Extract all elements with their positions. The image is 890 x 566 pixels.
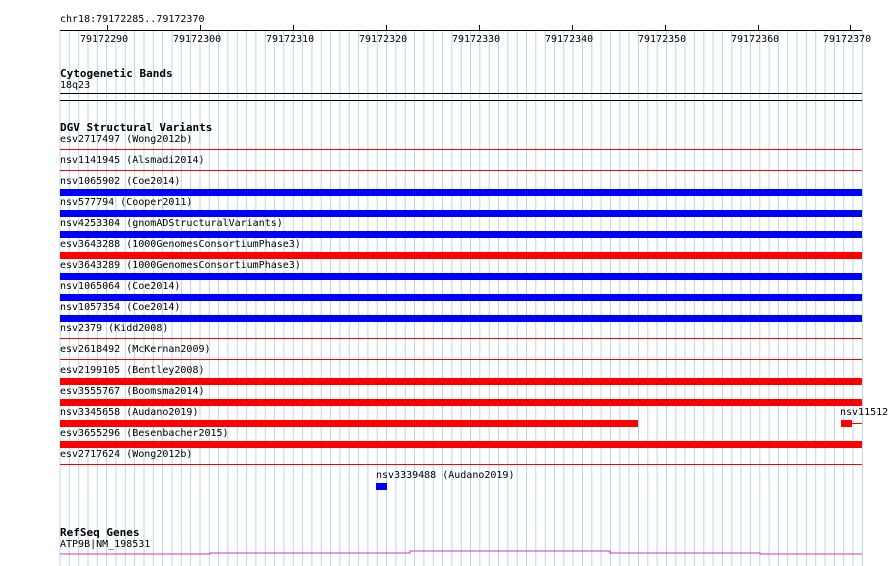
variant-label[interactable]: esv2717497 (Wong2012b) xyxy=(60,134,192,146)
ruler-tick-label: 79172350 xyxy=(638,34,687,45)
variant-bar[interactable] xyxy=(60,170,862,171)
variant-label[interactable]: nsv1141945 (Alsmadi2014) xyxy=(60,155,205,167)
variant-bar[interactable] xyxy=(60,149,862,150)
variant-label[interactable]: nsv1065902 (Coe2014) xyxy=(60,176,180,188)
variant-label[interactable]: esv3643289 (1000GenomesConsortiumPhase3) xyxy=(60,260,301,272)
variant-label[interactable]: esv3643288 (1000GenomesConsortiumPhase3) xyxy=(60,239,301,251)
variant-bar[interactable] xyxy=(60,273,862,280)
ruler-tick-label: 79172290 xyxy=(80,34,129,45)
variant-bar[interactable] xyxy=(60,420,638,427)
cytoband-bar[interactable] xyxy=(60,93,862,94)
variant-bar[interactable] xyxy=(60,315,862,322)
variant-label[interactable]: nsv1057354 (Coe2014) xyxy=(60,302,180,314)
variant-label[interactable]: nsv577794 (Cooper2011) xyxy=(60,197,192,209)
ruler-tick xyxy=(572,25,573,30)
variant-label[interactable]: esv3555767 (Boomsma2014) xyxy=(60,386,205,398)
variant-bar[interactable] xyxy=(60,359,862,360)
ruler-tick-label: 79172360 xyxy=(731,34,780,45)
ruler-tick-label: 79172370 xyxy=(823,34,872,45)
variant-bar-cut[interactable] xyxy=(841,420,852,427)
variant-connector xyxy=(852,423,862,424)
ruler-tick xyxy=(200,25,201,30)
variant-bar[interactable] xyxy=(60,189,862,196)
track-divider xyxy=(60,100,862,101)
variant-bar[interactable] xyxy=(60,441,862,448)
cytoband-label: 18q23 xyxy=(60,80,91,91)
variant-bar[interactable] xyxy=(60,231,862,238)
variant-bar[interactable] xyxy=(60,378,862,385)
variant-label[interactable]: nsv2379 (Kidd2008) xyxy=(60,323,168,335)
variant-label[interactable]: nsv1065064 (Coe2014) xyxy=(60,281,180,293)
dgv-track-title[interactable]: DGV Structural Variants xyxy=(60,121,212,134)
gene-model[interactable] xyxy=(60,548,862,556)
variant-bar[interactable] xyxy=(60,210,862,217)
variant-bar[interactable] xyxy=(60,338,862,339)
variant-bar[interactable] xyxy=(60,464,862,465)
ruler-tick xyxy=(850,25,851,30)
variant-label-cut[interactable]: nsv11512 xyxy=(840,407,888,419)
range-label: chr18:79172285..79172370 xyxy=(60,14,205,25)
variant-label[interactable]: esv3655296 (Besenbacher2015) xyxy=(60,428,229,440)
refseq-track-title[interactable]: RefSeq Genes xyxy=(60,526,139,539)
ruler-tick-label: 79172340 xyxy=(545,34,594,45)
variant-label[interactable]: esv2717624 (Wong2012b) xyxy=(60,449,192,461)
variant-label[interactable]: nsv3345658 (Audano2019) xyxy=(60,407,198,419)
variant-bar[interactable] xyxy=(60,399,862,406)
variant-label[interactable]: esv2199105 (Bentley2008) xyxy=(60,365,205,377)
ruler-tick-label: 79172320 xyxy=(359,34,408,45)
ruler-tick-label: 79172300 xyxy=(173,34,222,45)
ruler-tick-label: 79172330 xyxy=(452,34,501,45)
small-variant-bar[interactable] xyxy=(376,483,387,490)
ruler-tick xyxy=(107,25,108,30)
variant-bar[interactable] xyxy=(60,252,862,259)
ruler-tick xyxy=(479,25,480,30)
ruler-tick-label: 79172310 xyxy=(266,34,315,45)
ruler-tick xyxy=(758,25,759,30)
ruler-tick xyxy=(386,25,387,30)
small-variant-label[interactable]: nsv3339488 (Audano2019) xyxy=(376,470,514,482)
variant-bar[interactable] xyxy=(60,294,862,301)
ruler-axis xyxy=(60,30,862,31)
variant-label[interactable]: esv2618492 (McKernan2009) xyxy=(60,344,211,356)
variant-label[interactable]: nsv4253304 (gnomADStructuralVariants) xyxy=(60,218,283,230)
cytoband-track-title[interactable]: Cytogenetic Bands xyxy=(60,67,173,80)
ruler-tick xyxy=(293,25,294,30)
ruler-tick xyxy=(665,25,666,30)
